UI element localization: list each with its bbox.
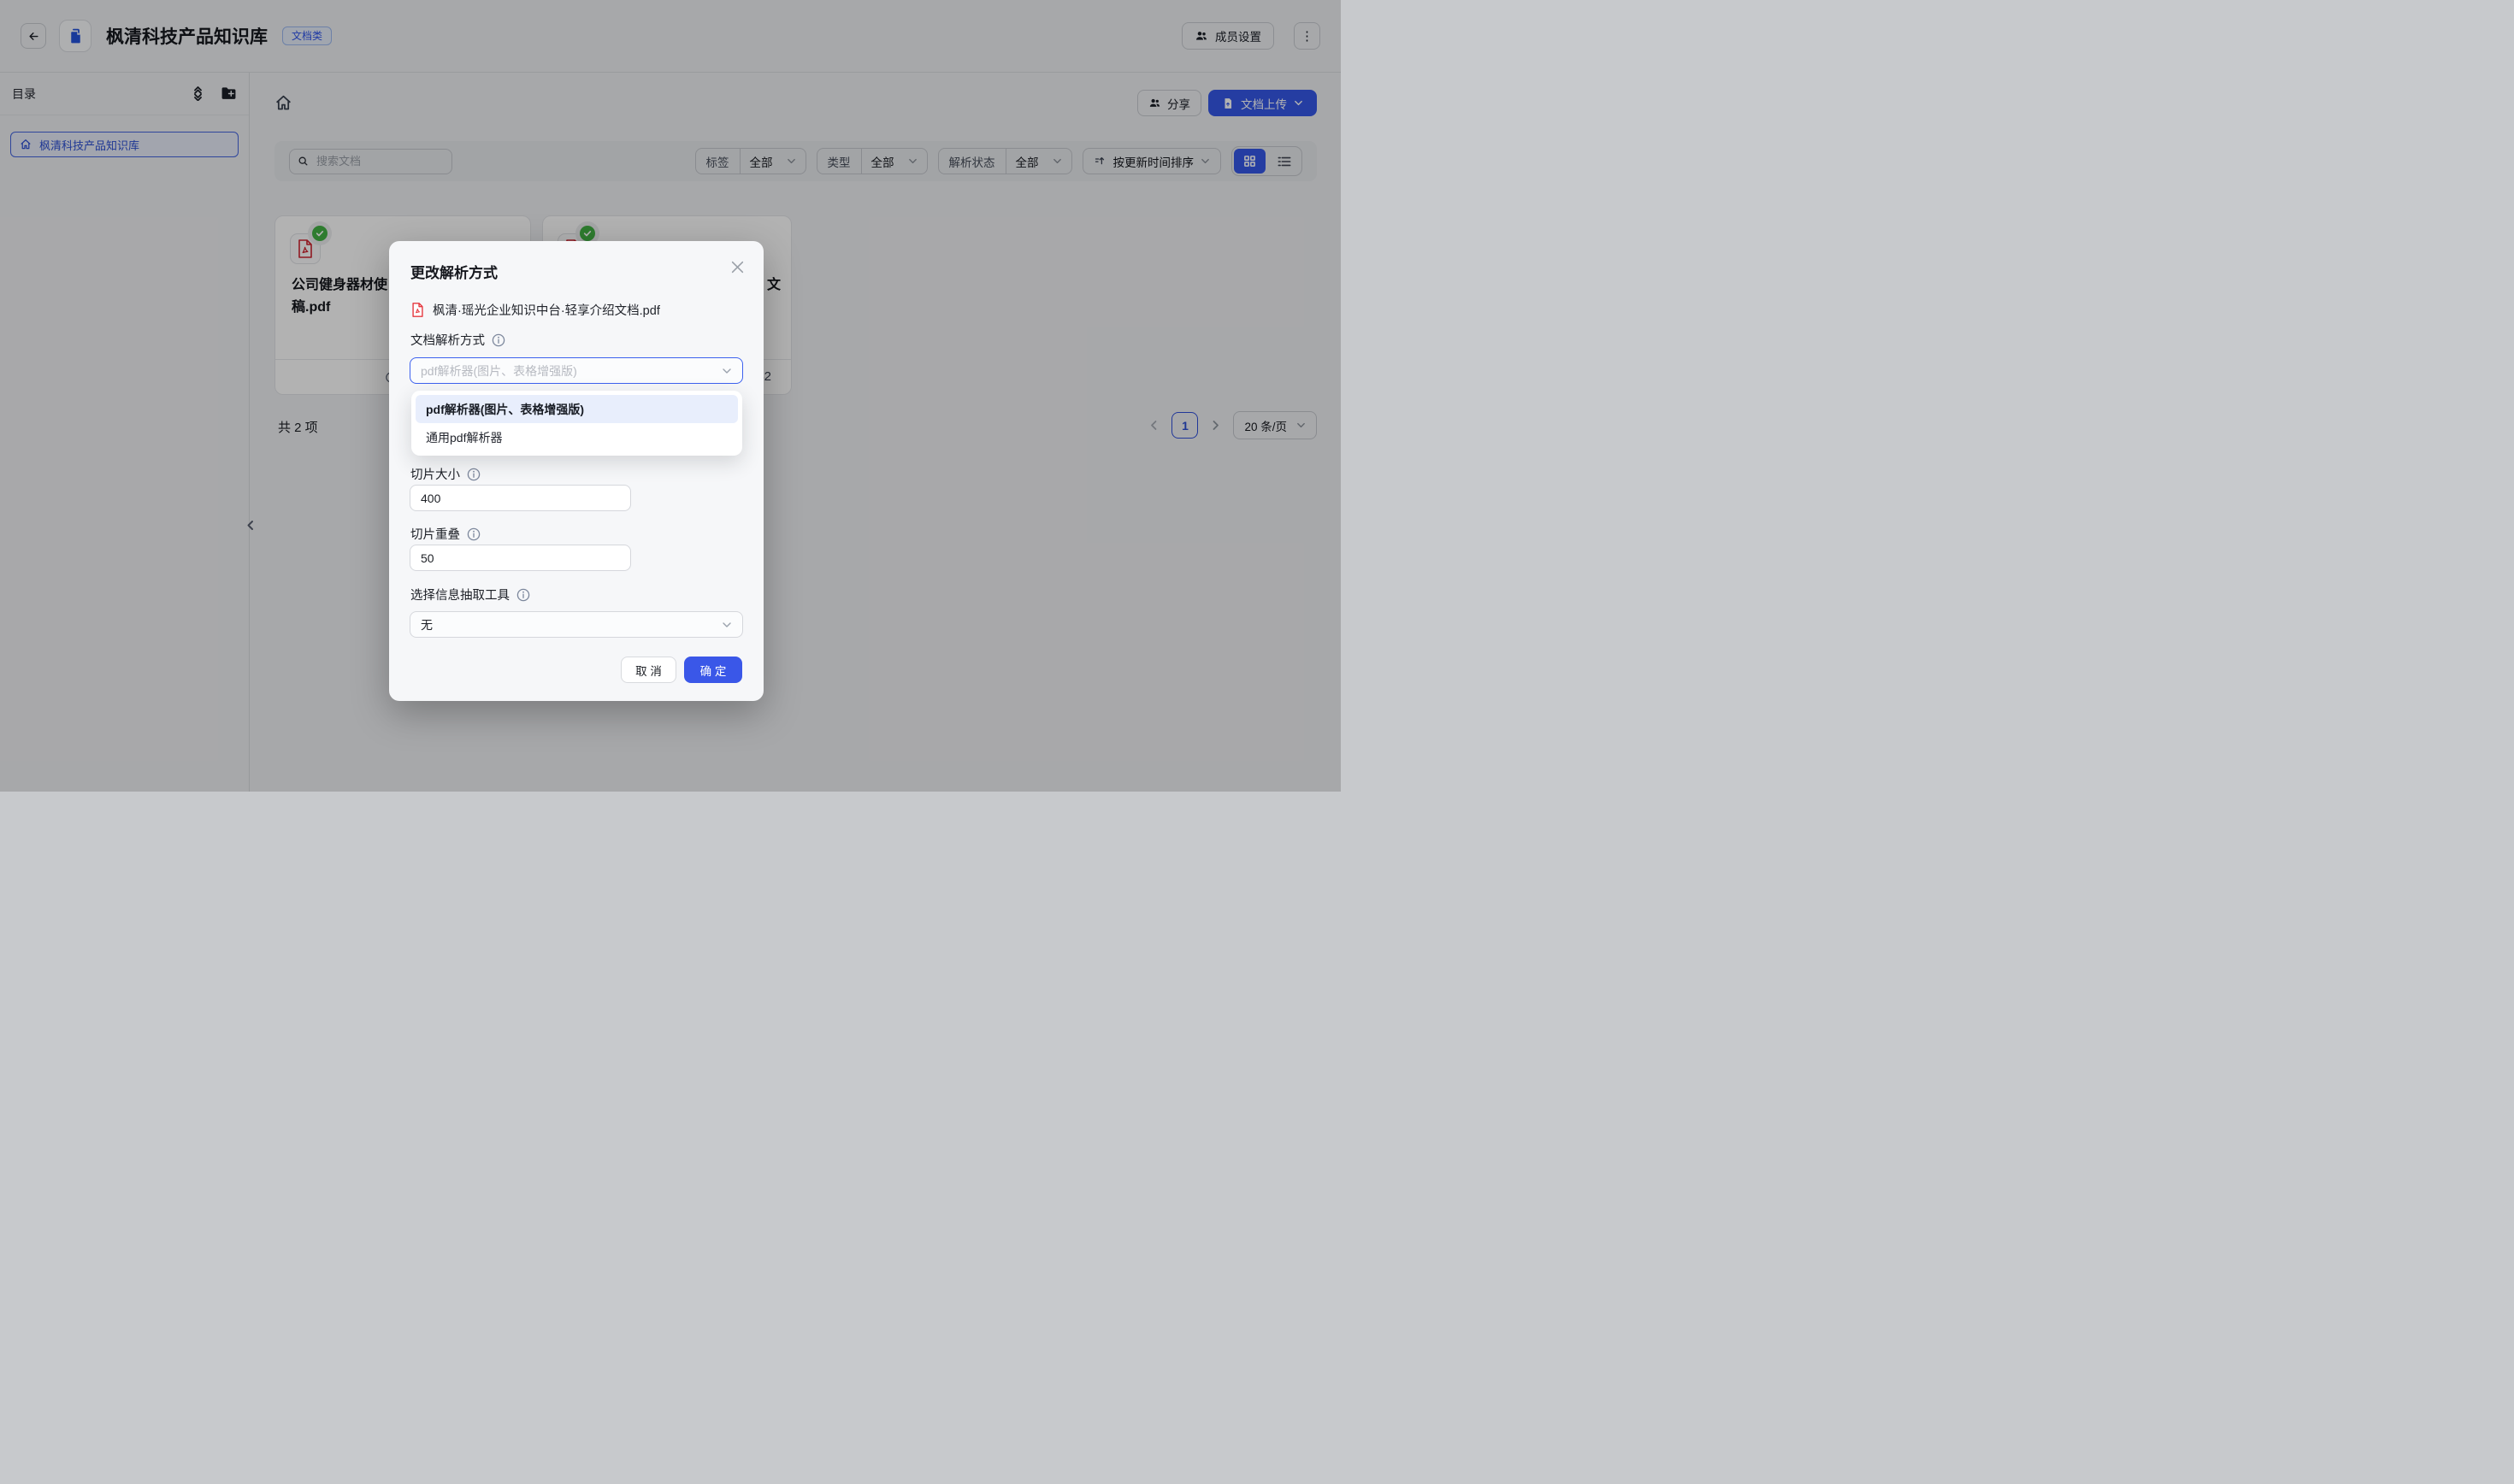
confirm-button[interactable]: 确 定 (684, 657, 742, 683)
extract-tool-value: 无 (421, 616, 433, 633)
chunk-size-label-row: 切片大小 (410, 465, 481, 483)
parse-method-dropdown: pdf解析器(图片、表格增强版) 通用pdf解析器 (411, 391, 742, 456)
extract-tool-label-row: 选择信息抽取工具 (410, 586, 530, 604)
info-icon (516, 588, 530, 602)
chunk-overlap-label: 切片重叠 (410, 525, 460, 543)
info-icon (467, 527, 481, 541)
parse-method-select[interactable]: pdf解析器(图片、表格增强版) (410, 357, 743, 384)
info-icon (467, 468, 481, 481)
parse-method-label-row: 文档解析方式 (410, 331, 505, 349)
cancel-button[interactable]: 取 消 (621, 657, 676, 683)
modal-title: 更改解析方式 (410, 261, 498, 282)
pdf-file-icon (410, 302, 425, 318)
dropdown-option-enhanced-pdf-parser[interactable]: pdf解析器(图片、表格增强版) (416, 395, 738, 423)
modal-close-button[interactable] (728, 257, 747, 276)
extract-tool-label: 选择信息抽取工具 (410, 586, 510, 604)
close-icon (730, 260, 745, 274)
change-parse-method-modal: 更改解析方式 枫清·瑶光企业知识中台·轻享介绍文档.pdf 文档解析方式 pdf… (389, 241, 764, 701)
info-icon (492, 333, 505, 347)
knowledge-base-page: 枫清科技产品知识库 文档类 成员设置 ⋮ 目录 (0, 0, 1341, 792)
chunk-size-label: 切片大小 (410, 465, 460, 483)
target-file-name: 枫清·瑶光企业知识中台·轻享介绍文档.pdf (433, 301, 660, 319)
chevron-down-icon (722, 366, 732, 376)
chevron-down-icon (722, 620, 732, 630)
parse-method-label: 文档解析方式 (410, 331, 485, 349)
target-file-row: 枫清·瑶光企业知识中台·轻享介绍文档.pdf (410, 301, 660, 319)
extract-tool-select[interactable]: 无 (410, 611, 743, 638)
chunk-size-input[interactable] (410, 485, 631, 511)
chunk-overlap-input[interactable] (410, 545, 631, 571)
parse-method-placeholder: pdf解析器(图片、表格增强版) (421, 362, 577, 380)
chunk-overlap-label-row: 切片重叠 (410, 525, 481, 543)
dropdown-option-generic-pdf-parser[interactable]: 通用pdf解析器 (416, 423, 738, 451)
